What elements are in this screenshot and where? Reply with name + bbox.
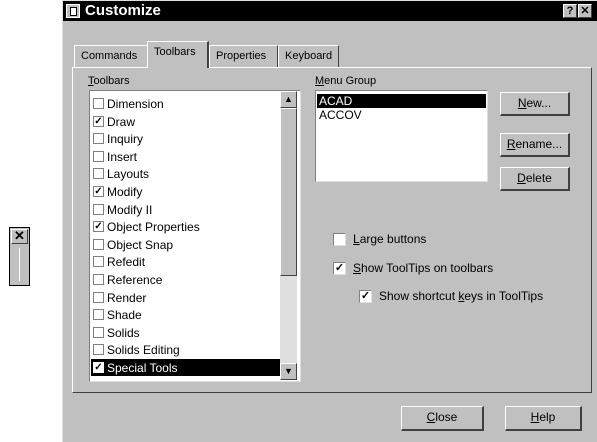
toolbar-list-item[interactable]: Render <box>91 289 283 306</box>
show-shortcut-keys-label: Show shortcut keys in ToolTips <box>379 289 544 303</box>
checkbox-box[interactable]: ✓ <box>93 186 104 197</box>
toolbar-item-label: Object Snap <box>107 237 174 252</box>
toolbar-list-item[interactable]: ✓ Draw <box>91 113 283 130</box>
scroll-up-icon[interactable]: ▲ <box>280 91 297 108</box>
checkbox-box[interactable]: ✓ <box>93 362 104 373</box>
toolbar-item-label: Solids Editing <box>107 343 180 358</box>
checkbox-box[interactable] <box>93 150 104 162</box>
tab-commands[interactable]: Commands <box>74 45 149 67</box>
toolbar-item-label: Reference <box>107 273 163 287</box>
scroll-thumb[interactable] <box>280 108 297 276</box>
rename-button[interactable]: Rename... <box>500 133 570 157</box>
customize-dialog: Customize ? ✕ Commands Toolbars Properti… <box>62 0 597 442</box>
checkbox-box[interactable] <box>93 256 104 268</box>
delete-button[interactable]: Delete <box>500 167 570 191</box>
checkbox-box[interactable] <box>93 238 104 250</box>
toolbar-list-item[interactable]: Modify II <box>91 201 283 218</box>
checkbox-box[interactable]: ✓ <box>359 290 372 303</box>
close-icon[interactable]: ✕ <box>11 229 28 244</box>
checkbox-box[interactable] <box>333 233 346 246</box>
toolbar-item-label: Object Properties <box>107 220 200 235</box>
new-button[interactable]: New... <box>500 92 570 116</box>
checkbox-box[interactable] <box>93 274 104 285</box>
toolbar-list-item[interactable]: Layouts <box>91 165 283 182</box>
toolbar-list-item[interactable]: ✓ Modify <box>91 183 283 200</box>
menu-group-item[interactable]: ACAD <box>317 94 486 108</box>
checkbox-box[interactable] <box>93 326 104 338</box>
toolbar-item-label: Insert <box>107 149 138 164</box>
show-shortcut-keys-checkbox[interactable]: ✓ Show shortcut keys in ToolTips <box>359 289 569 305</box>
close-title-button[interactable]: ✕ <box>578 4 592 18</box>
checkbox-box[interactable] <box>93 344 104 356</box>
menu-group-label: Menu Group <box>315 75 377 87</box>
toolbar-list-item[interactable]: Object Snap <box>91 236 283 253</box>
toolbars-listbox[interactable]: Dimension ✓ Draw Inquiry Insert Layouts ✓ Modif… <box>89 90 301 382</box>
toolbars-label: Toolbars <box>88 75 130 87</box>
toolbar-item-label: Modify II <box>107 202 153 217</box>
toolbar-list-item[interactable]: Inquiry <box>91 130 283 147</box>
menu-group-listbox[interactable]: ACAD ACCOV <box>315 90 488 182</box>
checkbox-box[interactable] <box>93 203 104 215</box>
toolbar-list-item[interactable]: Solids <box>91 324 283 341</box>
help-button[interactable]: Help <box>505 406 582 431</box>
toolbar-list-item[interactable]: Insert <box>91 148 283 165</box>
tab-toolbars[interactable]: Toolbars <box>147 41 209 68</box>
toolbar-list-item[interactable]: Shade <box>91 306 283 323</box>
toolbar-item-label: Layouts <box>107 167 150 182</box>
toolbar-list-item[interactable]: ✓ Object Properties <box>91 218 283 235</box>
toolbar-list-item[interactable]: Reference <box>91 271 283 288</box>
toolbar-item-label: Draw <box>107 114 136 129</box>
toolbar-item-label: Solids <box>107 325 140 340</box>
checkbox-box[interactable] <box>93 98 104 109</box>
tab-properties[interactable]: Properties <box>209 45 278 67</box>
show-tooltips-label: Show ToolTips on toolbars <box>353 261 494 275</box>
checkbox-box[interactable] <box>93 309 104 321</box>
toolbar-item-label: Render <box>107 290 147 305</box>
large-buttons-label: Large buttons <box>353 232 427 246</box>
checkbox-box[interactable]: ✓ <box>333 262 346 275</box>
toolbar-list-item[interactable]: Solids Editing <box>91 341 283 358</box>
checkbox-box[interactable] <box>93 133 104 145</box>
large-buttons-checkbox[interactable]: Large buttons <box>333 232 533 248</box>
scroll-down-icon[interactable]: ▼ <box>280 363 297 380</box>
checkbox-box[interactable] <box>93 291 104 303</box>
dialog-title: Customize <box>85 2 161 19</box>
checkbox-box[interactable]: ✓ <box>93 221 104 233</box>
toolbar-item-label: Refedit <box>107 255 146 270</box>
help-title-button[interactable]: ? <box>563 4 577 18</box>
toolbar-item-label: Inquiry <box>107 132 144 147</box>
menu-group-item[interactable]: ACCOV <box>317 108 486 122</box>
toolbar-list-item[interactable]: ✓ Special Tools <box>91 359 283 376</box>
toolbar-list-item[interactable]: Refedit <box>91 253 283 270</box>
checkbox-box[interactable]: ✓ <box>93 115 104 127</box>
toolbar-item-label: Dimension <box>107 97 164 111</box>
show-tooltips-checkbox[interactable]: ✓ Show ToolTips on toolbars <box>333 261 533 277</box>
toolbar-item-label: Shade <box>107 308 142 323</box>
floating-toolbar[interactable]: ✕ <box>9 227 30 286</box>
checkbox-box[interactable] <box>93 168 104 180</box>
tab-keyboard[interactable]: Keyboard <box>278 45 339 67</box>
close-button[interactable]: Close <box>401 406 484 431</box>
title-bar[interactable]: Customize ? ✕ <box>63 1 597 21</box>
toolbar-grip[interactable] <box>19 248 20 281</box>
toolbar-list-item[interactable]: Dimension <box>91 95 283 112</box>
toolbars-scrollbar[interactable]: ▲ ▼ <box>280 91 297 380</box>
toolbar-item-label: Special Tools <box>107 361 178 375</box>
toolbar-item-label: Modify <box>107 185 143 199</box>
app-icon[interactable] <box>66 4 80 18</box>
